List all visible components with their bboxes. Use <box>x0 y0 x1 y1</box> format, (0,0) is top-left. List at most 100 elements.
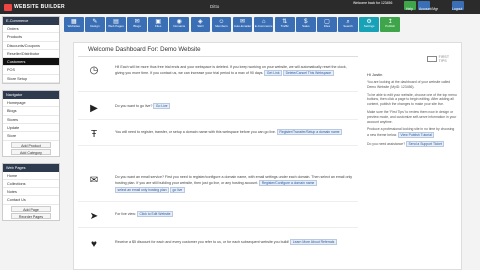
tips-logo-icon <box>427 56 437 62</box>
row-link-button[interactable]: go live <box>170 186 185 193</box>
row-link-button[interactable]: Go Live <box>153 103 171 109</box>
toolbar-publish-button[interactable]: ↥ Publish <box>380 17 400 32</box>
toolbar-sales-button[interactable]: $ Sales <box>296 17 316 32</box>
toolbar-label: Domains <box>173 24 186 28</box>
row-link-button[interactable]: Learn More About Referrals <box>290 239 337 245</box>
toolbar-label: Blogs <box>133 24 141 28</box>
toolbar-label: Websites <box>67 24 80 28</box>
sidebar-item-products[interactable]: Products <box>3 33 59 42</box>
welcome-text: Welcome back for 123456 <box>353 1 393 5</box>
tips-logo-text: FIRST TIPS <box>438 55 449 63</box>
view-publish-tutorial-button[interactable]: View Publish Tutorial <box>397 132 435 139</box>
logo-icon <box>4 3 12 11</box>
toolbar-label: Files <box>323 24 331 28</box>
account-label-help[interactable]: Help <box>406 7 413 11</box>
toolbar-blogs-button[interactable]: ✉ Blogs <box>127 17 147 32</box>
top-bar: WEBSITE BUILDER Ditto Welcome back for 1… <box>0 0 480 14</box>
toolbar-label: Web Pages <box>108 24 124 28</box>
app-logo[interactable]: WEBSITE BUILDER <box>4 3 65 11</box>
sidebar-page-contact-us[interactable]: Contact Us <box>3 196 59 205</box>
sidebar-page-collections[interactable]: Collections <box>3 180 59 189</box>
tips-heading: Hi Justin <box>367 72 383 77</box>
heart-icon: ♥ <box>91 239 97 250</box>
account-label-account-mgr[interactable]: Account/Mgr <box>419 7 438 11</box>
dashboard-row: ▶ Do you want to go live? Go Live <box>74 103 362 114</box>
tips-paragraph: Make sure the 'First Tips' to review the… <box>367 109 457 124</box>
row-text: Do you want to go live? Go Live <box>115 103 355 109</box>
title-divider <box>78 56 358 57</box>
row-text-label: For live view: <box>115 212 137 216</box>
dashboard-row: ◷ Hi! Each will be more thus free trial e… <box>74 65 362 83</box>
sidebar-item-customers[interactable]: Customers <box>3 58 59 67</box>
toolbar-members-button[interactable]: ☺ Members <box>211 17 232 32</box>
toolbar-seo-button[interactable]: ◈ SEO <box>190 17 211 32</box>
sidebar-item-reseller-distributor[interactable]: Reseller/Distributor <box>3 50 59 59</box>
toolbar-domains-button[interactable]: ◉ Domains <box>169 17 190 32</box>
row-link-button[interactable]: select an email only hosting plan <box>115 186 170 193</box>
toolbar-web-pages-button[interactable]: ▤ Web Pages <box>106 17 126 32</box>
sidebar-page-home[interactable]: Home <box>3 172 59 180</box>
toolbar-label: Publish <box>385 24 396 28</box>
toolbar-files-button[interactable]: ▣ Files <box>148 17 168 32</box>
sidebar-item-homepage[interactable]: Homepage <box>3 99 59 108</box>
text-icon: Ŧ <box>90 129 98 140</box>
toolbar-label: Design <box>90 24 100 28</box>
toolbar-files-button[interactable]: ▢ Files <box>317 17 337 32</box>
tips-logo: FIRST TIPS <box>427 55 457 63</box>
mail-icon: ✉ <box>89 175 99 186</box>
row-link-button[interactable]: Click to Edit Website <box>136 211 173 217</box>
sidebar-item-update[interactable]: Update <box>3 124 59 133</box>
sidebar-item-store[interactable]: Store <box>3 132 59 141</box>
clock-icon: ◷ <box>89 65 99 76</box>
row-divider <box>78 145 358 146</box>
sidebar-item-stores[interactable]: Stores <box>3 116 59 124</box>
reorder-pages-button[interactable]: Reorder Pages <box>11 212 51 219</box>
toolbar-e-commerce-button[interactable]: ⌂ E-Commerce <box>253 17 274 32</box>
row-link-button[interactable]: Register/Configure a domain name <box>259 180 317 187</box>
toolbar-traffic-button[interactable]: ⇅ Traffic <box>274 17 295 32</box>
row-divider <box>78 119 358 120</box>
row-divider <box>78 227 358 228</box>
play-icon: ▶ <box>90 103 98 114</box>
row-text: Hi! Each will be more thus free trial en… <box>115 65 355 77</box>
row-link-button[interactable]: Delete/Cancel This Webspace <box>283 70 334 77</box>
add-page-button[interactable]: Add Page <box>11 205 51 212</box>
tips-body: You are looking at the dashboard of your… <box>367 80 457 150</box>
row-text-label: Receive a $5 discount for each and every… <box>115 240 291 244</box>
account-label-logout[interactable]: Logout <box>452 7 462 11</box>
ecommerce-heading: E-Commerce <box>3 17 59 25</box>
toolbar-settings-button[interactable]: ⚙ Settings <box>359 17 379 32</box>
row-divider <box>78 201 358 202</box>
dashboard-row: ♥ Receive a $5 discount for each and ever… <box>74 239 362 251</box>
add-category-button[interactable]: Add Category <box>11 148 51 155</box>
row-text-label: Do you want to go live? <box>115 104 154 108</box>
dashboard-content: Welcome Dashboard For: Demo Website ◷ Hi!… <box>73 42 462 270</box>
toolbar-design-button[interactable]: ✎ Design <box>85 17 105 32</box>
row-text: For live view: Click to Edit Website <box>115 211 355 217</box>
sidebar-item-blogs[interactable]: Blogs <box>3 107 59 116</box>
toolbar-label: Files <box>155 24 162 28</box>
tips-paragraph: Do you need assistance? Send a Support T… <box>367 141 457 148</box>
tips-paragraph: To be able to edit your website, choose … <box>367 92 457 107</box>
sidebar-item-discounts-coupons[interactable]: Discounts/Coupons <box>3 42 59 50</box>
web-pages-heading: Web Pages <box>3 163 59 172</box>
sidebar-item-store-setup[interactable]: Store Setup <box>3 75 59 84</box>
toolbar-websites-button[interactable]: ▦ Websites <box>64 17 84 32</box>
toolbar-label: E-Commerce <box>254 24 273 28</box>
sidebar-item-orders[interactable]: Orders <box>3 25 59 34</box>
dashboard-row: ✉ Do you want an email service? First you… <box>74 175 362 193</box>
toolbar-search-button[interactable]: ⌕ Search <box>338 17 358 32</box>
row-text-label: You will need to register, transfer, or … <box>115 130 277 134</box>
sidebar-item-pos[interactable]: POS <box>3 66 59 75</box>
sidebar-page-notes[interactable]: Notes <box>3 188 59 197</box>
row-link-button[interactable]: Register/Transfer/Setup a domain name <box>276 129 343 135</box>
toolbar-label: Search <box>343 24 353 28</box>
sidebar: E-Commerce Orders Products Discounts/Coupo… <box>2 16 60 270</box>
row-link-button[interactable]: Get Link <box>264 70 283 77</box>
ecommerce-panel: E-Commerce Orders Products Discounts/Coupo… <box>2 16 60 85</box>
add-product-button[interactable]: Add Product <box>11 141 51 148</box>
toolbar-auto-emailer-button[interactable]: ✉ Auto-Emailer <box>232 17 253 32</box>
topbar-center-text: Ditto <box>210 4 220 9</box>
dashboard-row: Ŧ You will need to register, transfer, or… <box>74 129 362 140</box>
send-support-ticket-button[interactable]: Send a Support Ticket <box>406 141 445 148</box>
